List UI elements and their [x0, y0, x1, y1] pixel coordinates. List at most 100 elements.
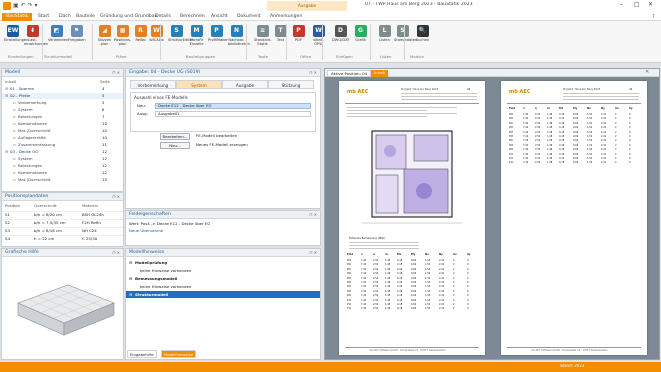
result-table-cell: 0.69 [411, 298, 417, 302]
page-text-line [347, 107, 457, 108]
edit-fe-model-button[interactable]: Bearbeiten... [160, 133, 190, 140]
tree-row[interactable]: ▫ Mat.|Querschnitt 13 [2, 177, 123, 183]
pp-row[interactable]: S1 b/h = 8/20 cm BSH GL24h [2, 211, 123, 217]
hint-expand-icon[interactable]: ⊟ [129, 291, 132, 298]
pp-row[interactable]: S2 b/h = 7.5/35 cm F2H RefIn [2, 219, 123, 225]
eingabe-tab-vorbemerkung[interactable]: Vorbemerkung [130, 80, 176, 89]
preview-tab-active-position[interactable]: Aktive Position: 04 [327, 70, 372, 77]
ribbon-button-standard-[interactable]: ≡ Standard- Statik [254, 25, 272, 47]
ribbon-tab-dokument[interactable]: Dokument [233, 13, 265, 21]
ribbon-tab-details[interactable]: Details [151, 13, 175, 21]
ribbon-button-positions-[interactable]: ▦ Positions- plan [114, 25, 131, 47]
pin-icon[interactable]: ⊓ ✕ [112, 193, 120, 201]
tree-row[interactable]: ▫ System 12 [2, 156, 123, 162]
pin-icon[interactable]: ⊓ ✕ [309, 69, 317, 77]
preview-tab-inhalt[interactable]: Inhalt [371, 70, 389, 77]
ribbon-button-stammdaten[interactable]: S Stammdaten [394, 25, 417, 43]
restore-button[interactable]: □ [634, 1, 640, 8]
ribbon-button-dwg-dxf[interactable]: D DWG/DXF [332, 25, 350, 43]
tree-item-icon[interactable]: ▫ [13, 177, 16, 183]
ribbon-button-profilmaker[interactable]: P ProfilMaker [208, 25, 228, 43]
close-button[interactable]: ✕ [648, 1, 653, 8]
ribbon-button-rewo[interactable]: R ReWo [132, 25, 149, 43]
pp-row[interactable]: S4 h = 22 cm C 25/30 [2, 235, 123, 241]
field-link-line[interactable]: Neue Übernahme [129, 229, 163, 234]
tree-row[interactable]: ▫ System 6 [2, 107, 123, 113]
hint-row[interactable]: keine Hinweise vorhanden [126, 283, 320, 290]
tree-item-icon[interactable]: ▫ [13, 170, 16, 176]
ribbon-button-last-[interactable]: ⬇ Last- einwirkungen [24, 25, 48, 47]
tree-row[interactable]: ▫ Vorbemerkung 5 [2, 100, 123, 106]
tree-row[interactable]: ⊟ 03 - Decke OG 12 [2, 149, 123, 155]
col-inhalt: Inhalt [5, 79, 17, 84]
neu-select[interactable]: Decke E12 - Decke über EG [155, 103, 311, 109]
tree-item-icon[interactable]: ▫ [13, 142, 16, 148]
eingabe-tab-ausgabe[interactable]: Ausgabe [222, 80, 268, 89]
hint-row[interactable]: ⊟ Strukturmodell [126, 291, 320, 298]
ribbon-button-microfe[interactable]: M MicroFe Einzelle [188, 25, 205, 47]
pin-icon[interactable]: ⊓ ✕ [309, 211, 317, 219]
tree-item-icon[interactable]: ▫ [13, 121, 16, 127]
hint-row[interactable]: keine Hinweise vorhanden [126, 267, 320, 274]
pin-icon[interactable]: ⊓ ✕ [112, 69, 120, 77]
pin-icon[interactable]: ⊓ ✕ [309, 249, 317, 257]
tree-item-icon[interactable]: ▫ [13, 156, 16, 162]
preview-close-icon[interactable]: ✕ [645, 69, 649, 75]
ribbon-group-separator [42, 24, 43, 60]
ribbon-button-freigaben[interactable]: ⚑ Freigaben [68, 25, 86, 43]
ribbon-button-struktureditor[interactable]: S StrukturEditor [168, 25, 193, 43]
tree-row[interactable]: ▫ Mat.|Querschnitt 10 [2, 128, 123, 134]
tree-row[interactable]: ▫ Kombinationen 12 [2, 170, 123, 176]
eingabe-tab-stützung[interactable]: Stützung [268, 80, 314, 89]
ribbon-tab-bauteile[interactable]: Bauteile [72, 13, 99, 21]
pin-icon[interactable]: ⊓ ✕ [112, 249, 120, 257]
tree-row[interactable]: ▫ Zusammenfassung 11 [2, 142, 123, 148]
tree-row[interactable]: ▫ Auflagerkräfte 10 [2, 135, 123, 141]
hint-expand-icon[interactable]: ⊟ [129, 275, 132, 282]
tree-expand-icon[interactable]: ⊟ [5, 86, 8, 92]
tree-row[interactable]: ▫ Belastungen 7 [2, 114, 123, 120]
ausg-select[interactable]: Ausgabe01 [155, 111, 311, 117]
tree-item-icon[interactable]: ▫ [13, 100, 16, 106]
ribbon-tab-start[interactable]: Start [34, 13, 53, 21]
ribbon-button-grafik[interactable]: G Grafik [352, 25, 369, 43]
tree-row[interactable]: ▫ Belastungen 12 [2, 163, 123, 169]
hint-footer-tab[interactable]: Modellhinweise [161, 350, 197, 358]
result-table-cell: 0 [629, 157, 631, 160]
ribbon-button-word-[interactable]: W Word- OPW [310, 25, 327, 47]
tree-item-icon[interactable]: ▫ [13, 135, 16, 141]
tree-item-icon[interactable]: ▫ [13, 107, 16, 113]
ribbon-tab-anmerkungen[interactable]: Anmerkungen [266, 13, 306, 21]
ribbon-button-pdf[interactable]: P PDF [290, 25, 307, 43]
tree-row[interactable]: ⊟ 01 - Sparren 4 [2, 86, 123, 92]
ribbon-button-skizzen[interactable]: ◢ Skizzen plan [96, 25, 113, 47]
ribbon-button-suchen[interactable]: 🔍 Suchen [414, 25, 431, 43]
ribbon-button-verwenden[interactable]: ◩ Verwenden [48, 25, 68, 43]
ribbon-button-wicado[interactable]: W WiCADo [148, 25, 165, 43]
hint-footer-tab[interactable]: Eingabehilfe [127, 350, 157, 358]
tree-item-icon[interactable]: ▫ [13, 114, 16, 120]
pp-row[interactable]: S3 b/h = 8/16 cm NH C24 [2, 227, 123, 233]
hint-row[interactable]: ⊟ Modellprüfung [126, 259, 320, 266]
ribbon-button-nachbar-[interactable]: N Nachbar- bibliotheken [228, 25, 250, 47]
minimize-button[interactable]: – [620, 1, 623, 8]
modell-panel-header: Modell ⊓ ✕ [2, 69, 123, 77]
tree-item-icon[interactable]: ▫ [13, 163, 16, 169]
new-fe-model-button[interactable]: Neu... [160, 142, 190, 149]
ribbon-button-einstellungen[interactable]: EW Einstellungen [4, 25, 28, 43]
tree-row[interactable]: ⊟ 02 - Pfette 5 [2, 93, 123, 99]
quick-access-icons[interactable]: ▣ ↶ ↷ ▾ [13, 2, 37, 9]
eingabe-tab-system[interactable]: System [176, 80, 222, 89]
help-icon[interactable]: ? [652, 14, 655, 20]
tree-expand-icon[interactable]: ⊟ [5, 149, 8, 155]
tree-expand-icon[interactable]: ⊟ [5, 93, 8, 99]
hint-row[interactable]: ⊟ Bemessungsmodell [126, 275, 320, 282]
tree-row[interactable]: ▫ Kombinationen 10 [2, 121, 123, 127]
tree-item-icon[interactable]: ▫ [13, 128, 16, 134]
result-table-cell: 0 [629, 161, 631, 165]
ribbon-tab-berechnen[interactable]: Berechnen [176, 13, 209, 21]
ribbon-button-listen[interactable]: L Listen [376, 25, 393, 43]
hint-expand-icon[interactable]: ⊟ [129, 259, 132, 266]
ribbon-tab-baustatik[interactable]: BauStatik [2, 13, 33, 21]
ribbon-tab-ansicht[interactable]: Ansicht [207, 13, 232, 21]
